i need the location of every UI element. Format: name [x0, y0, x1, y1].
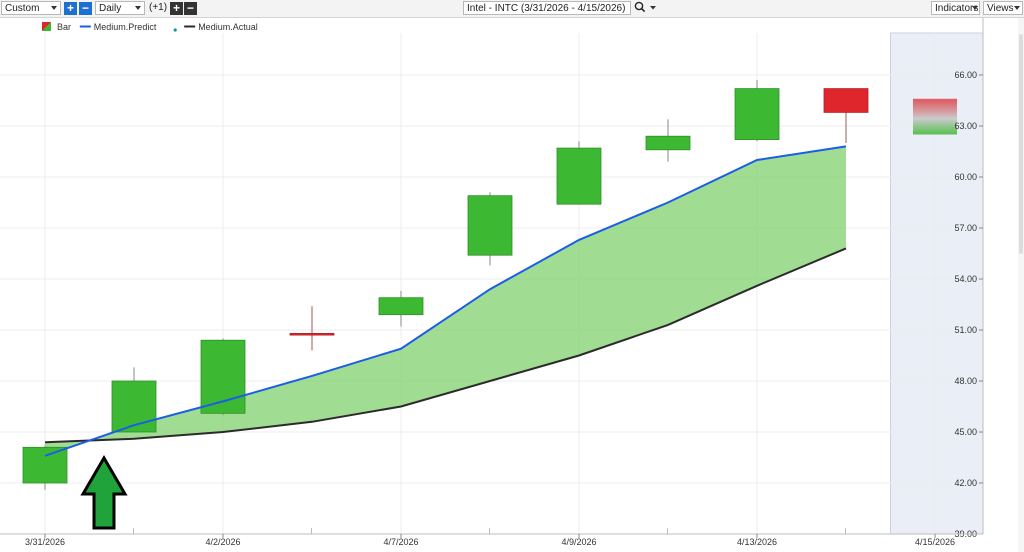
- interval-select-value: Daily: [99, 3, 122, 14]
- chevron-down-icon: [51, 6, 57, 10]
- symbol-title[interactable]: Intel - INTC (3/31/2026 - 4/15/2026): [463, 1, 631, 15]
- search-button[interactable]: [634, 1, 662, 15]
- chevron-down-icon: [1014, 6, 1020, 10]
- toolbar: Custom + − Daily (+1) + − Intel - INTC (…: [0, 0, 1024, 18]
- views-menu-label: Views: [987, 3, 1014, 14]
- candle-body: [467, 195, 513, 256]
- minus-icon: −: [81, 1, 89, 15]
- legend-info-dot: [173, 28, 177, 32]
- date-tick-label: 4/2/2026: [205, 537, 240, 547]
- vertical-scrollbar[interactable]: [1018, 18, 1024, 552]
- zoom-out-button[interactable]: −: [79, 2, 92, 15]
- search-icon: [634, 1, 656, 13]
- prediction-fill-area: [45, 146, 846, 456]
- range-select[interactable]: Custom: [1, 1, 61, 15]
- candle-body: [556, 147, 602, 205]
- forecast-bar: [913, 98, 957, 135]
- indicators-menu[interactable]: Indicators: [931, 1, 980, 15]
- price-tick-label: 42.00: [954, 478, 977, 488]
- price-tick-label: 66.00: [954, 70, 977, 80]
- date-axis: 3/31/2026 4/2/2026 4/7/2026 4/9/2026 4/13/20…: [0, 528, 983, 547]
- price-tick-label: 45.00: [954, 427, 977, 437]
- scrollbar-thumb: [1019, 34, 1023, 254]
- zoom-in-button[interactable]: +: [64, 2, 77, 15]
- price-tick-label: 60.00: [954, 172, 977, 182]
- range-select-value: Custom: [5, 3, 40, 14]
- legend-label: Medium.Predict: [94, 22, 157, 32]
- date-tick-label: 4/9/2026: [561, 537, 596, 547]
- legend-label: Bar: [57, 22, 71, 32]
- offset-increase-button[interactable]: +: [170, 2, 183, 15]
- candle-body: [22, 446, 68, 484]
- offset-decrease-button[interactable]: −: [184, 2, 197, 15]
- candle-body: [289, 332, 335, 336]
- legend: Bar Medium.Predict Medium.Actual: [42, 22, 258, 32]
- price-tick-label: 54.00: [954, 274, 977, 284]
- chevron-down-icon: [135, 6, 141, 10]
- price-tick-label: 57.00: [954, 223, 977, 233]
- date-tick-label: 4/7/2026: [383, 537, 418, 547]
- date-tick-label: 4/13/2026: [737, 537, 777, 547]
- interval-select[interactable]: Daily: [95, 1, 145, 15]
- views-menu[interactable]: Views: [983, 1, 1023, 15]
- candle-body: [823, 88, 869, 113]
- candle-body: [734, 88, 780, 140]
- price-chart[interactable]: 39.0042.0045.0048.0051.0054.0057.0060.00…: [0, 18, 1024, 552]
- date-tick-label: 4/15/2026: [915, 537, 955, 547]
- date-tick-label: 3/31/2026: [25, 537, 65, 547]
- legend-label: Medium.Actual: [198, 22, 258, 32]
- plus-icon: +: [172, 1, 180, 15]
- price-tick-label: 48.00: [954, 376, 977, 386]
- candle-body: [378, 297, 424, 316]
- buy-signal-arrow: [80, 455, 128, 530]
- price-tick-label: 63.00: [954, 121, 977, 131]
- chevron-down-icon: [972, 6, 978, 10]
- plus-icon: +: [66, 1, 74, 15]
- price-tick-label: 51.00: [954, 325, 977, 335]
- candle-body: [645, 135, 691, 151]
- minus-icon: −: [186, 1, 194, 15]
- offset-label: (+1): [149, 2, 168, 13]
